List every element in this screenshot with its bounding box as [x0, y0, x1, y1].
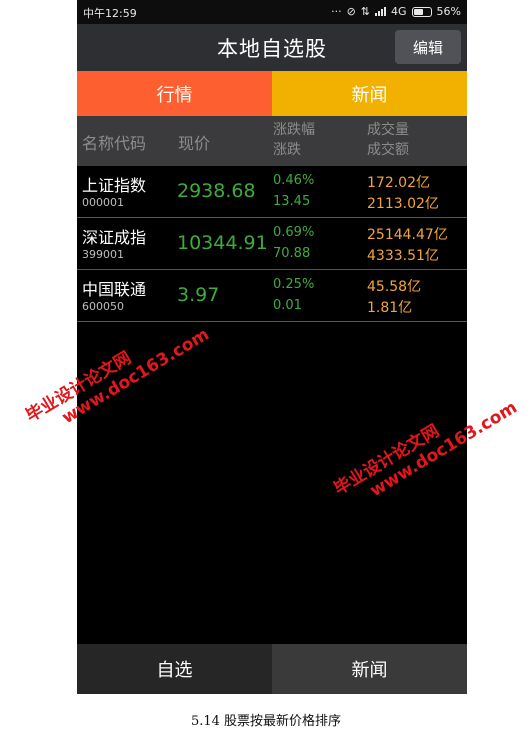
header-change-abs: 涨跌 [273, 142, 301, 158]
stock-name: 中国联通 [82, 280, 147, 299]
signal-icon [375, 7, 387, 16]
stock-price: 3.97 [177, 284, 220, 306]
header-name-code[interactable]: 名称代码 [82, 130, 146, 154]
stock-name: 深证成指 [82, 228, 147, 247]
stock-list: 上证指数 000001 2938.68 0.46% 13.45 172.02亿 … [77, 166, 467, 322]
battery-icon [411, 6, 432, 17]
stock-price: 10344.91 [177, 232, 268, 254]
tab-quotes[interactable]: 行情 [77, 71, 272, 116]
more-icon: ··· [331, 5, 342, 18]
data-transfer-icon: ⇅ [360, 5, 371, 18]
header-price[interactable]: 现价 [178, 130, 210, 154]
header-amount-label: 成交额 [367, 142, 409, 158]
stock-change-pct: 0.25% [273, 277, 315, 292]
figure-caption: 5.14 股票按最新价格排序 [190, 714, 342, 729]
status-icons: ··· ⊘ ⇅ 4G 56% [331, 5, 461, 18]
edit-button[interactable]: 编辑 [395, 30, 461, 64]
bottom-nav-news[interactable]: 新闻 [272, 644, 467, 694]
stock-code: 000001 [82, 196, 124, 209]
bottom-nav-favorites[interactable]: 自选 [77, 644, 272, 694]
stock-volume: 25144.47亿 [367, 227, 448, 243]
stock-amount: 2113.02亿 [367, 196, 439, 212]
tab-news[interactable]: 新闻 [272, 71, 467, 116]
header-change-pct: 涨跌幅 [273, 122, 315, 138]
stock-amount: 4333.51亿 [367, 248, 439, 264]
stock-change: 13.45 [273, 194, 311, 209]
stock-change-pct: 0.69% [273, 225, 315, 240]
network-type: 4G [391, 5, 407, 18]
title-bar: 本地自选股 编辑 [77, 24, 467, 71]
header-change[interactable]: 涨跌幅 涨跌 [273, 120, 315, 160]
phone-screen: 中午12:59 ··· ⊘ ⇅ 4G 56% 本地自选股 编辑 行情 新闻 名称… [77, 0, 467, 694]
status-bar: 中午12:59 ··· ⊘ ⇅ 4G 56% [77, 0, 467, 24]
stock-volume: 172.02亿 [367, 175, 430, 191]
stock-name: 上证指数 [82, 176, 147, 195]
bottom-nav: 自选 新闻 [77, 644, 467, 694]
alarm-off-icon: ⊘ [346, 5, 356, 18]
stock-row[interactable]: 深证成指 399001 10344.91 0.69% 70.88 25144.4… [77, 218, 467, 270]
stock-change: 70.88 [273, 246, 311, 261]
header-volume-label: 成交量 [367, 122, 409, 138]
top-tabs: 行情 新闻 [77, 71, 467, 116]
stock-amount: 1.81亿 [367, 300, 413, 316]
stock-change: 0.01 [273, 298, 302, 313]
status-time: 中午12:59 [83, 7, 137, 20]
stock-row[interactable]: 中国联通 600050 3.97 0.25% 0.01 45.58亿 1.81亿 [77, 270, 467, 322]
stock-code: 399001 [82, 248, 124, 261]
stock-change-pct: 0.46% [273, 173, 315, 188]
stock-code: 600050 [82, 300, 124, 313]
stock-volume: 45.58亿 [367, 279, 422, 295]
stock-price: 2938.68 [177, 180, 256, 202]
column-header: 名称代码 现价 涨跌幅 涨跌 成交量 成交额 [77, 116, 467, 166]
battery-level: 56% [436, 5, 461, 18]
stock-row[interactable]: 上证指数 000001 2938.68 0.46% 13.45 172.02亿 … [77, 166, 467, 218]
header-volume[interactable]: 成交量 成交额 [367, 120, 409, 160]
